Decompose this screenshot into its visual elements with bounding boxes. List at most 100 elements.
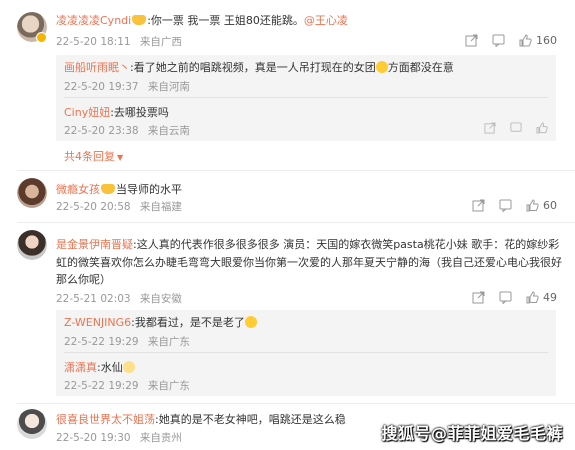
comment-date: 22-5-21 02:03: [56, 293, 131, 305]
reply-text: :去哪投票吗: [110, 106, 169, 119]
divider: [17, 170, 575, 171]
comment-actions: 49: [458, 290, 557, 304]
comment-text: 那么你呢）: [56, 273, 111, 286]
share-icon: [472, 199, 485, 211]
share-button[interactable]: [472, 291, 485, 304]
reply-line: 画船听雨眠丶:看了她之前的唱跳视频，真是一人吊打现在的女团 方面都没在意: [64, 59, 454, 75]
reply-line: 潇潇真:水仙: [64, 359, 135, 375]
divider: [64, 97, 548, 98]
comment-text: :你一票 我一票 王姐80还能跳。: [147, 14, 304, 27]
comment-text: 虹的微笑喜欢你怎么办睫毛弯弯大眼爱你当你第一次爱的人那年夏天宁静的海（我自己还爱…: [56, 256, 562, 269]
username-link[interactable]: 微瘾女孩: [56, 183, 100, 196]
comment-date: 22-5-20 18:11: [56, 36, 131, 48]
divider: [17, 222, 575, 223]
share-icon: [484, 122, 496, 134]
comment-date: 22-5-20 19:30: [56, 432, 131, 444]
comment-text: :她真的是不老女神吧，唱跳还是这么稳: [155, 413, 346, 426]
comment-location: 来自福建: [139, 201, 182, 213]
comment-button[interactable]: [499, 291, 512, 304]
username-link[interactable]: 凌凌凌凌Cyndi: [56, 14, 131, 27]
reply-username-link[interactable]: Z-WENJING6: [64, 316, 131, 329]
reply-line: Z-WENJING6:我都看过，是不是老了: [64, 314, 257, 330]
reply-location: 来自云南: [147, 125, 190, 137]
comment-location: 来自广西: [139, 36, 182, 48]
caret-down-icon: ▼: [117, 153, 124, 162]
comment-date: 22-5-20 20:58: [56, 201, 131, 213]
comment-button[interactable]: [492, 34, 505, 47]
reply-date: 22-5-20 23:38: [64, 125, 139, 137]
comment-button[interactable]: [499, 199, 512, 212]
comment-line: 微瘾女孩 当导师的水平: [56, 181, 182, 197]
reply-meta: 22-5-20 19:37 来自河南: [64, 79, 190, 94]
comment-line: 是金景伊南晋疑:这人真的代表作很多很多很多 演员：天国的嫁衣微笑pasta桃花小…: [56, 236, 559, 252]
comment-icon: [499, 199, 512, 212]
comment-actions: 160: [451, 33, 557, 47]
reply-text: :我都看过，是不是老了: [131, 316, 245, 329]
more-replies-label: 共4条回复: [64, 150, 115, 163]
username-link[interactable]: 很喜良世界太不姐荡: [56, 413, 155, 426]
reply-like-button[interactable]: [536, 122, 548, 134]
laugh-emoji-icon: [244, 316, 257, 328]
reply-line: Ciny妞妞:去哪投票吗: [64, 104, 169, 120]
reply-comment-button[interactable]: [510, 122, 522, 134]
share-button[interactable]: [472, 199, 485, 212]
comment-location: 来自安徽: [139, 293, 182, 305]
like-button[interactable]: 49: [526, 291, 557, 304]
like-button[interactable]: 160: [519, 34, 557, 47]
reply-actions: [470, 122, 548, 134]
reply-share-button[interactable]: [484, 122, 496, 134]
thumbs-up-icon: [536, 122, 548, 134]
reply-text-continued: 方面都没在意: [387, 61, 454, 74]
reply-meta: 22-5-22 19:29 来自广东: [64, 334, 190, 349]
comment-meta: 22-5-20 19:30 来自贵州: [56, 430, 182, 445]
member-crown-icon: [132, 15, 147, 25]
comment-text: :这人真的代表作很多很多很多 演员：天国的嫁衣微笑pasta桃花小妹 歌手：花的…: [133, 238, 560, 251]
comment-meta: 22-5-20 18:11 来自广西: [56, 34, 182, 49]
like-count: 160: [536, 33, 557, 47]
reply-username-link[interactable]: 画船听雨眠丶: [64, 61, 130, 74]
username-link[interactable]: 是金景伊南晋疑: [56, 238, 133, 251]
comment-line: 凌凌凌凌Cyndi :你一票 我一票 王姐80还能跳。@王心凌: [56, 12, 348, 28]
reply-date: 22-5-22 19:29: [64, 380, 139, 392]
reply-location: 来自河南: [147, 81, 190, 93]
reply-list: 画船听雨眠丶:看了她之前的唱跳视频，真是一人吊打现在的女团 方面都没在意 22-5…: [56, 55, 556, 141]
reply-text: :水仙: [97, 361, 123, 374]
comment-line: 很喜良世界太不姐荡:她真的是不老女神吧，唱跳还是这么稳: [56, 411, 346, 427]
reply-date: 22-5-20 19:37: [64, 81, 139, 93]
avatar[interactable]: [17, 178, 47, 208]
comment-text: 当导师的水平: [116, 183, 182, 196]
cat-emoji-icon: [122, 361, 135, 373]
reply-location: 来自广东: [147, 336, 190, 348]
share-icon: [465, 34, 478, 46]
share-button[interactable]: [465, 34, 478, 47]
thumbs-up-icon: [519, 33, 532, 46]
comment-meta: 22-5-20 20:58 来自福建: [56, 199, 182, 214]
thumbs-up-icon: [526, 290, 539, 303]
avatar[interactable]: [17, 409, 47, 439]
avatar[interactable]: [17, 230, 47, 260]
divider: [64, 352, 548, 353]
like-count: 49: [543, 290, 557, 304]
comment-actions: 60: [458, 198, 557, 212]
reply-meta: 22-5-22 19:29 来自广东: [64, 378, 190, 393]
reply-username-link[interactable]: 潇潇真: [64, 361, 97, 374]
comment-icon: [499, 291, 512, 304]
more-replies-link[interactable]: 共4条回复 ▼: [64, 148, 123, 164]
mention-link[interactable]: @王心凌: [304, 14, 348, 27]
reply-text: :看了她之前的唱跳视频，真是一人吊打现在的女团: [130, 61, 376, 74]
comment-meta: 22-5-21 02:03 来自安徽: [56, 291, 182, 306]
divider: [17, 403, 575, 404]
share-icon: [472, 291, 485, 303]
like-count: 60: [543, 198, 557, 212]
reply-meta: 22-5-20 23:38 来自云南: [64, 123, 190, 138]
reply-list: Z-WENJING6:我都看过，是不是老了 22-5-22 19:29 来自广东…: [56, 310, 556, 396]
laugh-emoji-icon: [375, 61, 388, 73]
member-crown-icon: [101, 184, 115, 194]
reply-date: 22-5-22 19:29: [64, 336, 139, 348]
comment-icon: [510, 122, 522, 132]
comment-location: 来自贵州: [139, 432, 182, 444]
like-button[interactable]: 60: [526, 199, 557, 212]
comment-icon: [492, 34, 505, 47]
watermark: 搜狐号@菲菲姐爱毛毛裤: [381, 424, 563, 443]
reply-username-link[interactable]: Ciny妞妞: [64, 106, 110, 119]
